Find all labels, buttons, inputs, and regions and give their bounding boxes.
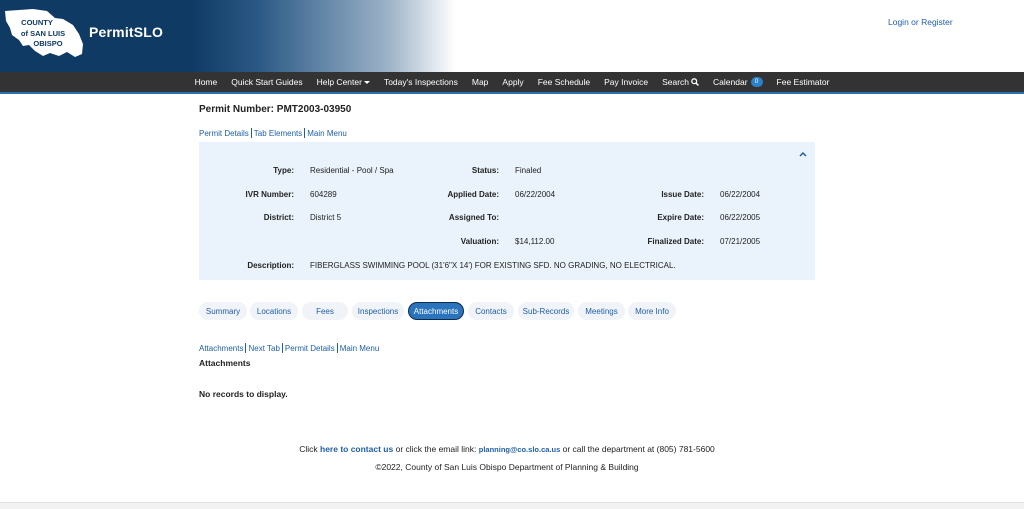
- divider: [250, 128, 252, 138]
- tab-locations[interactable]: Locations: [250, 302, 298, 320]
- svg-text:of SAN LUIS: of SAN LUIS: [21, 29, 65, 38]
- divider: [245, 343, 247, 353]
- login-register-link[interactable]: Login or Register: [888, 17, 953, 27]
- link-next-tab[interactable]: Next Tab: [248, 344, 279, 353]
- breadcrumb: Permit Details Tab Elements Main Menu: [199, 128, 347, 138]
- link-permit-details-2[interactable]: Permit Details: [285, 344, 335, 353]
- site-header: COUNTY of SAN LUIS OBISPO PermitSLO Logi…: [0, 0, 1024, 72]
- link-attachments[interactable]: Attachments: [199, 344, 243, 353]
- page-title: Permit Number: PMT2003-03950: [199, 104, 352, 115]
- tab-attachments[interactable]: Attachments: [408, 302, 464, 320]
- description-value: FIBERGLASS SWIMMING POOL (31'6"X 14') FO…: [310, 261, 676, 270]
- tab-inspections[interactable]: Inspections: [352, 302, 404, 320]
- divider: [304, 128, 306, 138]
- valuation-value: $14,112.00: [515, 237, 555, 246]
- divider: [281, 343, 283, 353]
- tab-sub-records[interactable]: Sub-Records: [518, 302, 574, 320]
- nav-calendar-label: Calendar: [713, 77, 748, 87]
- applied-date-value: 06/22/2004: [515, 190, 556, 199]
- contact-us-link[interactable]: here to contact us: [320, 444, 393, 454]
- nav-help-center-label: Help Center: [316, 77, 362, 87]
- expire-date-label: Expire Date:: [657, 213, 704, 222]
- finalized-date-value: 07/21/2005: [720, 237, 761, 246]
- svg-text:COUNTY: COUNTY: [21, 18, 53, 27]
- chevron-up-icon[interactable]: [799, 151, 807, 157]
- footer-contact: Click here to contact us or click the em…: [0, 444, 1014, 454]
- nav-todays-inspections[interactable]: Today's Inspections: [377, 77, 465, 87]
- link-main-menu-2[interactable]: Main Menu: [340, 344, 380, 353]
- email-link[interactable]: planning@co.slo.ca.us: [479, 445, 561, 454]
- empty-state-message: No records to display.: [199, 389, 288, 399]
- assigned-to-label: Assigned To:: [448, 213, 499, 222]
- nav-map[interactable]: Map: [465, 77, 496, 87]
- chevron-down-icon: [363, 80, 370, 84]
- link-main-menu[interactable]: Main Menu: [307, 129, 347, 138]
- nav-fee-estimator[interactable]: Fee Estimator: [770, 77, 837, 87]
- finalized-date-label: Finalized Date:: [647, 237, 704, 246]
- nav-help-center[interactable]: Help Center: [310, 77, 377, 87]
- ivr-number-label: IVR Number:: [245, 190, 294, 199]
- tab-more-info[interactable]: More Info: [628, 302, 676, 320]
- type-label: Type:: [273, 166, 294, 175]
- divider: [336, 343, 338, 353]
- ivr-number-value: 604289: [310, 190, 337, 199]
- applied-date-label: Applied Date:: [447, 190, 499, 199]
- nav-home[interactable]: Home: [188, 77, 225, 87]
- footer-email-text: or click the email link:: [395, 444, 477, 454]
- calendar-count-badge: 0: [750, 77, 763, 87]
- status-label: Status:: [471, 166, 499, 175]
- expire-date-value: 06/22/2005: [720, 213, 761, 222]
- svg-text:OBISPO: OBISPO: [33, 39, 62, 48]
- status-value: Finaled: [515, 166, 542, 175]
- main-nav: Home Quick Start Guides Help Center Toda…: [0, 72, 1024, 94]
- tab-contacts[interactable]: Contacts: [468, 302, 514, 320]
- description-label: Description:: [247, 261, 294, 270]
- district-value: District 5: [310, 213, 342, 222]
- tab-fees[interactable]: Fees: [302, 302, 348, 320]
- nav-fee-schedule[interactable]: Fee Schedule: [531, 77, 597, 87]
- link-tab-elements[interactable]: Tab Elements: [254, 129, 302, 138]
- nav-apply[interactable]: Apply: [495, 77, 530, 87]
- nav-pay-invoice[interactable]: Pay Invoice: [597, 77, 655, 87]
- footer-click-text: Click: [299, 444, 318, 454]
- attachments-heading: Attachments: [199, 358, 251, 368]
- footer-copyright: ©2022, County of San Luis Obispo Departm…: [375, 462, 639, 472]
- nav-calendar[interactable]: Calendar 0: [706, 77, 770, 87]
- nav-search[interactable]: Search: [655, 77, 706, 87]
- valuation-label: Valuation:: [460, 237, 499, 246]
- district-label: District:: [263, 213, 294, 222]
- nav-quick-start-guides[interactable]: Quick Start Guides: [224, 77, 309, 87]
- brand-title[interactable]: PermitSLO: [89, 24, 163, 40]
- nav-search-label: Search: [662, 77, 690, 87]
- link-permit-details[interactable]: Permit Details: [199, 129, 249, 138]
- type-value: Residential - Pool / Spa: [310, 166, 394, 175]
- issue-date-label: Issue Date:: [661, 190, 704, 199]
- attachments-breadcrumb: Attachments Next Tab Permit Details Main…: [199, 343, 379, 353]
- search-icon: [691, 78, 699, 86]
- county-logo[interactable]: COUNTY of SAN LUIS OBISPO: [3, 8, 85, 60]
- issue-date-value: 06/22/2004: [720, 190, 761, 199]
- tab-meetings[interactable]: Meetings: [578, 302, 625, 320]
- footer-call-text: or call the department at (805) 781-5600: [562, 444, 715, 454]
- tab-summary[interactable]: Summary: [199, 302, 247, 320]
- permit-details-panel: Type: Residential - Pool / Spa Status: F…: [199, 142, 815, 280]
